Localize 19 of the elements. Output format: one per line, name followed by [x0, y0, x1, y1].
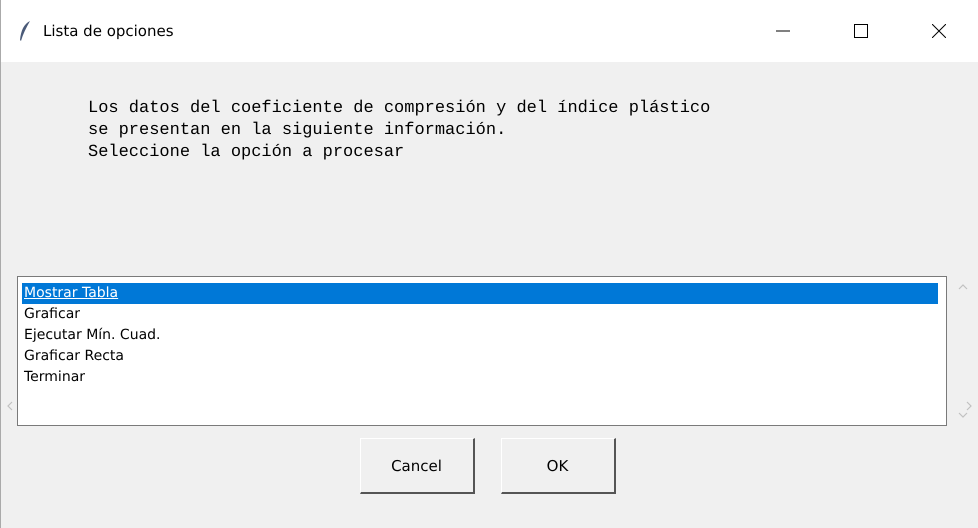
list-item[interactable]: Graficar [22, 304, 938, 325]
options-listbox[interactable]: Mostrar Tabla Graficar Ejecutar Mín. Cuad. Graficar Recta Terminar [17, 276, 948, 426]
maximize-icon[interactable] [854, 24, 868, 38]
scroll-right-icon[interactable] [964, 401, 974, 411]
scroll-up-icon[interactable] [958, 282, 968, 292]
message-text: se presentan en la siguiente información. [88, 120, 508, 142]
scroll-left-icon[interactable] [5, 401, 15, 411]
close-icon[interactable] [932, 24, 946, 38]
message-text: Los datos del coeficiente de compresión y del índice plástico [88, 98, 712, 120]
minimize-icon[interactable] [776, 30, 790, 32]
feather-icon [19, 20, 31, 42]
scroll-down-icon[interactable] [958, 410, 968, 420]
list-item[interactable]: Ejecutar Mín. Cuad. [22, 325, 938, 346]
message-text: Seleccione la opción a procesar [88, 142, 406, 164]
list-item[interactable]: Graficar Recta [22, 346, 938, 367]
cancel-button[interactable]: Cancel [360, 438, 474, 494]
list-item[interactable]: Terminar [22, 367, 938, 388]
ok-button[interactable]: OK [500, 438, 616, 494]
window-title: Lista de opciones [43, 22, 175, 40]
